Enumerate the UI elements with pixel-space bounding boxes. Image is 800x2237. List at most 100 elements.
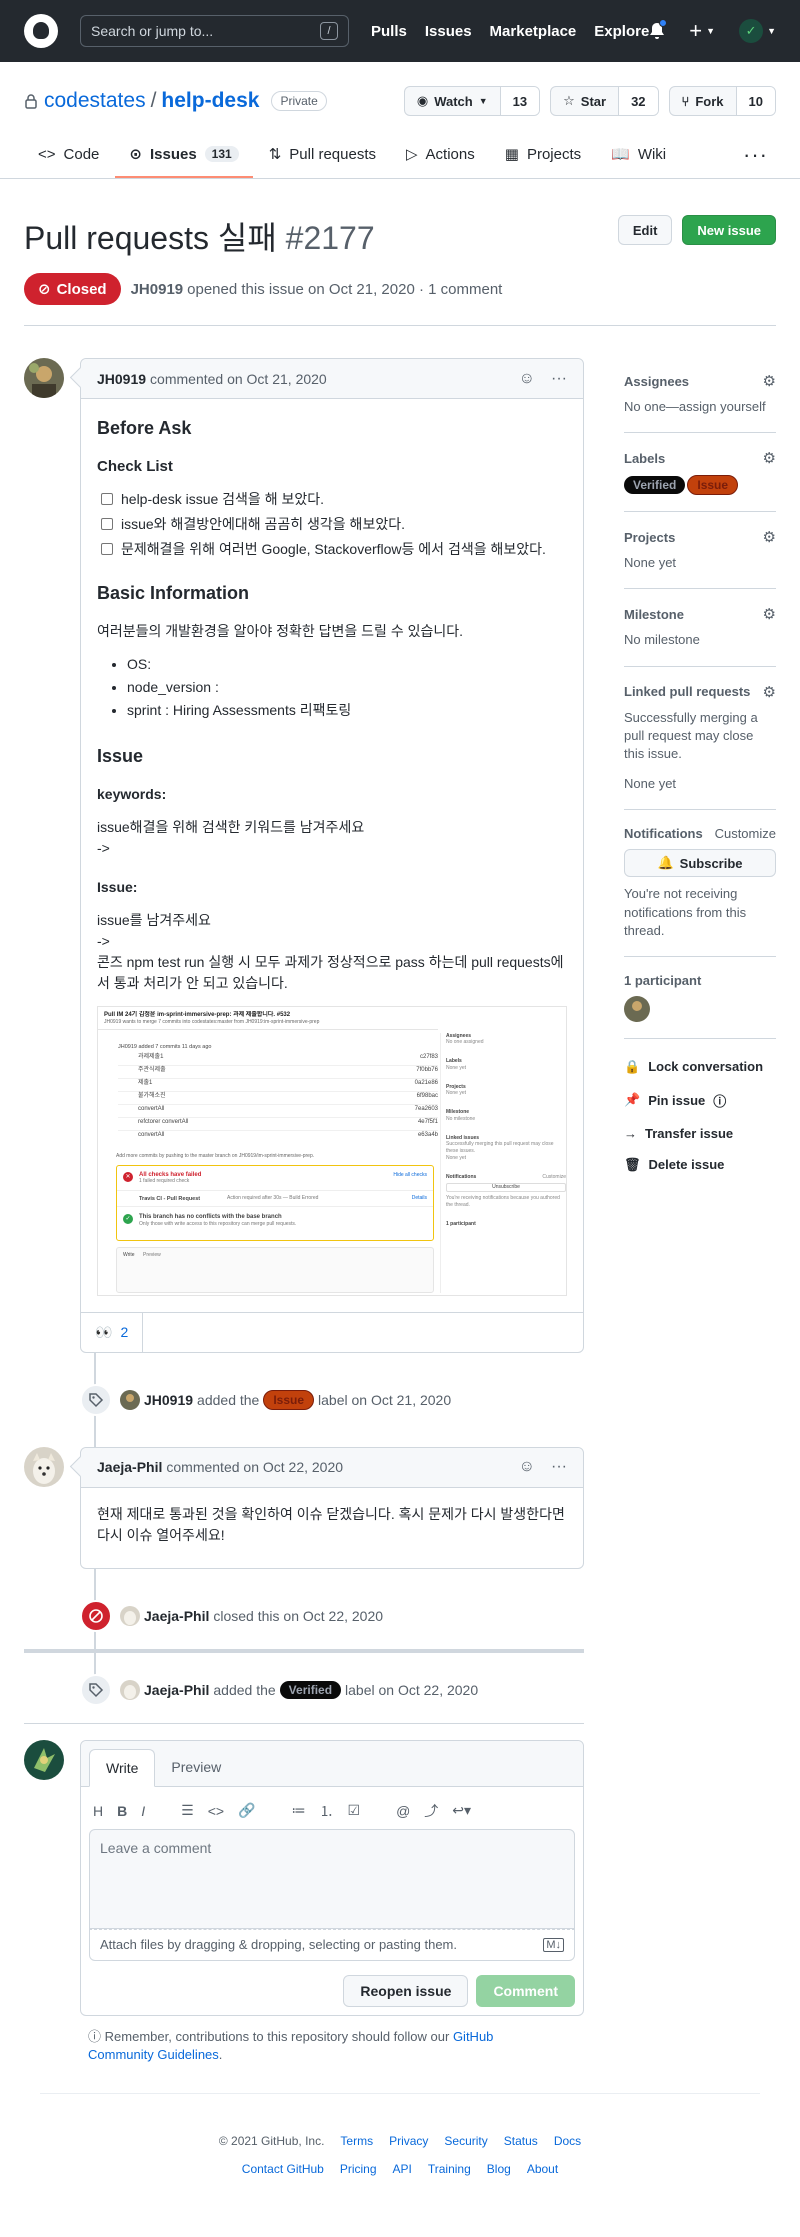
avatar[interactable] [24,358,64,398]
avatar[interactable] [120,1389,140,1410]
bulleted-list-icon[interactable]: ≔ [292,1802,306,1819]
reopen-issue-button[interactable]: Reopen issue [343,1974,469,2007]
comment-timestamp[interactable]: commented on Oct 22, 2020 [166,1459,343,1475]
label-verified[interactable]: Verified [624,476,686,495]
gear-icon[interactable]: ⚙ [763,372,776,390]
mention-icon[interactable]: @ [396,1803,410,1819]
smiley-icon[interactable]: ☺ [519,1458,535,1476]
label-verified[interactable]: Verified [279,1680,342,1699]
footer-link-security[interactable]: Security [444,2134,487,2148]
footer-link-blog[interactable]: Blog [487,2162,511,2176]
tab-write[interactable]: Write [89,1748,156,1787]
avatar[interactable] [24,1739,64,1780]
nav-explore[interactable]: Explore [594,23,649,40]
checkbox[interactable] [101,518,113,530]
create-new-menu-icon[interactable]: + ▼ [689,18,715,44]
fork-count[interactable]: 10 [736,87,775,115]
edit-button[interactable]: Edit [617,215,673,245]
tab-issues[interactable]: ⊙ Issues 131 [115,132,253,178]
tab-actions[interactable]: ▷ Actions [392,132,489,178]
bell-icon: 🔔 [657,855,674,871]
comment-author-link[interactable]: Jaeja-Phil [97,1459,162,1475]
quote-icon[interactable]: ☰ [181,1802,194,1819]
cross-reference-icon[interactable]: ⤴ [424,1801,438,1821]
footer-link-status[interactable]: Status [504,2134,538,2148]
search-input[interactable]: Search or jump to... / [80,15,349,47]
smiley-icon[interactable]: ☺ [519,370,535,388]
checkbox[interactable] [101,493,113,505]
repo-owner-link[interactable]: codestates [44,89,146,113]
comment-textarea[interactable]: Leave a comment [89,1828,575,1929]
delete-issue-button[interactable]: 🗑 Delete issue [624,1157,776,1173]
event-actor-link[interactable]: Jaeja-Phil [144,1608,209,1624]
footer-link-api[interactable]: API [393,2162,412,2176]
star-icon: ☆ [563,93,575,108]
more-tabs-icon[interactable]: ··· [735,132,776,178]
issue-author-link[interactable]: JH0919 [131,281,184,298]
kebab-menu-icon[interactable]: ··· [551,370,567,388]
numbered-list-icon[interactable]: ⒈ [320,1801,334,1821]
markdown-icon[interactable]: M↓ [543,1937,564,1952]
label-issue[interactable]: Issue [263,1389,315,1410]
comment-author-link[interactable]: JH0919 [97,371,146,387]
tab-projects[interactable]: ▦ Projects [491,132,595,178]
footer-link-docs[interactable]: Docs [554,2134,581,2148]
link-icon[interactable]: 🔗 [238,1802,255,1819]
nav-pulls[interactable]: Pulls [371,23,407,40]
heading-issue: Issue [97,745,144,766]
tab-code[interactable]: <> Code [24,132,113,178]
file-attach-area[interactable]: Attach files by dragging & dropping, sel… [89,1928,575,1961]
nav-marketplace[interactable]: Marketplace [490,23,577,40]
gear-icon[interactable]: ⚙ [763,605,776,623]
gear-icon[interactable]: ⚙ [763,528,776,546]
task-list-icon[interactable]: ☑ [348,1802,361,1819]
global-header: Search or jump to... / Pulls Issues Mark… [0,0,800,62]
gear-icon[interactable]: ⚙ [763,683,776,701]
bold-icon[interactable]: B [117,1803,127,1819]
kebab-menu-icon[interactable]: ··· [551,1458,567,1476]
github-logo-icon[interactable] [24,14,58,48]
lock-conversation-button[interactable]: 🔒 Lock conversation [624,1059,776,1075]
checkbox[interactable] [101,543,113,555]
assignees-value[interactable]: No one—assign yourself [624,398,776,416]
footer-link-about[interactable]: About [527,2162,558,2176]
attached-screenshot-image[interactable]: Pull IM 24기 김정윤 im-sprint-immersive-prep… [97,1005,567,1296]
avatar[interactable] [24,1446,64,1487]
comment-timestamp[interactable]: commented on Oct 21, 2020 [150,371,327,387]
event-actor-link[interactable]: Jaeja-Phil [144,1682,209,1698]
heading-icon[interactable]: H [93,1803,103,1819]
avatar[interactable] [120,1605,140,1626]
code-icon[interactable]: <> [208,1803,224,1819]
tab-pull-requests[interactable]: ⇅ Pull requests [255,132,390,178]
subscribe-button[interactable]: 🔔 Subscribe [624,849,776,878]
notifications-bell-icon[interactable] [649,18,668,40]
gear-icon[interactable]: ⚙ [763,449,776,467]
watch-count[interactable]: 13 [500,87,540,115]
watch-button[interactable]: ◉ Watch ▼ 13 [403,86,541,116]
footer-link-contact[interactable]: Contact GitHub [242,2162,324,2176]
tab-preview[interactable]: Preview [155,1748,237,1786]
star-button[interactable]: ☆ Star 32 [550,86,659,116]
customize-link[interactable]: Customize [715,826,776,841]
repo-name-link[interactable]: help-desk [161,89,259,113]
tab-wiki[interactable]: 📖 Wiki [597,132,680,178]
reaction-eyes[interactable]: 👀 2 [95,1312,144,1352]
footer-link-terms[interactable]: Terms [340,2134,373,2148]
star-count[interactable]: 32 [619,87,658,115]
event-actor-link[interactable]: JH0919 [144,1392,193,1408]
user-menu[interactable]: ✓ ▼ [739,19,776,43]
new-issue-button[interactable]: New issue [682,215,776,245]
fork-button[interactable]: ⑂ Fork 10 [668,86,776,116]
footer-link-pricing[interactable]: Pricing [340,2162,377,2176]
pin-issue-button[interactable]: 📌 Pin issue ⓘ [624,1091,776,1110]
participant-avatar[interactable] [624,995,650,1022]
nav-issues[interactable]: Issues [425,23,472,40]
footer-link-training[interactable]: Training [428,2162,471,2176]
footer-link-privacy[interactable]: Privacy [389,2134,428,2148]
transfer-issue-button[interactable]: → Transfer issue [624,1126,776,1141]
reply-icon[interactable]: ↩▾ [452,1802,471,1819]
comment-button[interactable]: Comment [476,1974,575,2007]
italic-icon[interactable]: I [141,1803,145,1819]
label-issue[interactable]: Issue [687,475,739,496]
avatar[interactable] [120,1679,140,1700]
